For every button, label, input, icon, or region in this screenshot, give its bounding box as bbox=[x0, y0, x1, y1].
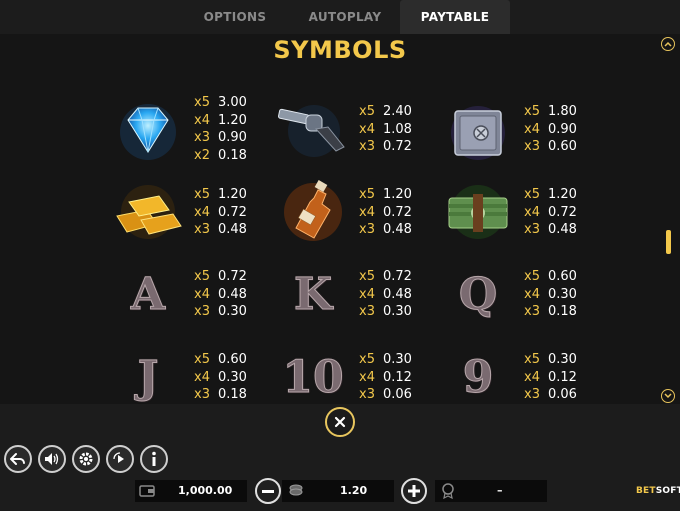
revolver-icon bbox=[273, 95, 353, 167]
payout-list: x5 1.80 x4 0.90 x3 0.60 bbox=[524, 104, 577, 154]
sound-button[interactable] bbox=[38, 445, 66, 473]
symbol-diamond: x5 3.00 x4 1.20 x3 0.90 x2 0.18 bbox=[108, 94, 298, 166]
cash-stack-icon bbox=[438, 176, 518, 248]
plus-icon bbox=[408, 485, 420, 497]
balance-value: 1,000.00 bbox=[178, 484, 233, 497]
tab-options[interactable]: OPTIONS bbox=[180, 0, 290, 34]
payout-list: x5 0.72 x4 0.48 x3 0.30 bbox=[194, 269, 247, 319]
diamond-icon bbox=[108, 94, 188, 166]
back-button[interactable] bbox=[4, 445, 32, 473]
info-icon bbox=[152, 451, 156, 466]
autoplay-button[interactable] bbox=[106, 445, 134, 473]
payout-list: x5 3.00 x4 1.20 x3 0.90 x2 0.18 bbox=[194, 95, 247, 163]
safe-icon bbox=[438, 97, 518, 169]
chevron-down-icon bbox=[664, 393, 672, 399]
autoplay-icon bbox=[113, 452, 124, 463]
tab-autoplay[interactable]: AUTOPLAY bbox=[290, 0, 400, 34]
symbol-9: 9 x5 0.30 x4 0.12 x3 0.06 bbox=[438, 351, 628, 423]
back-arrow-icon bbox=[10, 453, 25, 465]
payout-list: x5 0.30 x4 0.12 x3 0.06 bbox=[359, 352, 412, 402]
symbol-10: 10 x5 0.30 x4 0.12 x3 0.06 bbox=[273, 351, 463, 423]
wallet-icon bbox=[139, 485, 155, 497]
scroll-up-button[interactable] bbox=[661, 37, 675, 51]
symbol-j: J x5 0.60 x4 0.30 x3 0.18 bbox=[108, 351, 298, 423]
whiskey-bottle-icon bbox=[273, 176, 353, 248]
number-10-icon: 10 bbox=[282, 351, 344, 403]
payout-list: x5 0.72 x4 0.48 x3 0.30 bbox=[359, 269, 412, 319]
symbol-gold-bars: x5 1.20 x4 0.72 x3 0.48 bbox=[108, 185, 298, 258]
info-button[interactable] bbox=[140, 445, 168, 473]
letter-a-icon: A bbox=[130, 268, 166, 320]
letter-j-icon: J bbox=[137, 351, 159, 403]
close-icon bbox=[334, 416, 346, 428]
symbol-k: K x5 0.72 x4 0.48 x3 0.30 bbox=[273, 268, 463, 340]
scrollbar-thumb[interactable] bbox=[666, 230, 671, 254]
game-paytable-screen: OPTIONS AUTOPLAY PAYTABLE SYMBOLS x5 3.00… bbox=[0, 0, 680, 511]
symbol-safe: x5 1.80 x4 0.90 x3 0.60 bbox=[438, 103, 628, 175]
symbol-whiskey: x5 1.20 x4 0.72 x3 0.48 bbox=[273, 180, 463, 258]
number-9-icon: 9 bbox=[462, 351, 494, 403]
minus-icon bbox=[262, 489, 274, 493]
section-title: SYMBOLS bbox=[273, 36, 407, 64]
payout-list: x5 0.60 x4 0.30 x3 0.18 bbox=[194, 352, 247, 402]
symbol-q: Q x5 0.60 x4 0.30 x3 0.18 bbox=[438, 268, 628, 340]
chevron-up-icon bbox=[664, 41, 672, 47]
close-button[interactable] bbox=[325, 407, 355, 437]
coins-icon bbox=[289, 484, 303, 496]
payout-list: x5 2.40 x4 1.08 x3 0.72 bbox=[359, 104, 412, 154]
settings-button[interactable] bbox=[72, 445, 100, 473]
scroll-down-button[interactable] bbox=[661, 389, 675, 403]
bet-increase-button[interactable] bbox=[401, 478, 427, 504]
letter-q-icon: Q bbox=[458, 268, 498, 320]
gold-bars-icon bbox=[108, 176, 188, 248]
payout-list: x5 1.20 x4 0.72 x3 0.48 bbox=[359, 187, 412, 237]
symbol-a: A x5 0.72 x4 0.48 x3 0.30 bbox=[108, 268, 298, 340]
win-value: – bbox=[497, 484, 503, 497]
tab-bar: OPTIONS AUTOPLAY PAYTABLE bbox=[180, 0, 510, 34]
payout-list: x5 0.60 x4 0.30 x3 0.18 bbox=[524, 269, 577, 319]
brand-logo: BETSOFT bbox=[636, 486, 680, 496]
bet-decrease-button[interactable] bbox=[255, 478, 281, 504]
payout-list: x5 1.20 x4 0.72 x3 0.48 bbox=[524, 187, 577, 237]
gear-icon bbox=[79, 452, 93, 466]
payout-list: x5 0.30 x4 0.12 x3 0.06 bbox=[524, 352, 577, 402]
award-icon bbox=[442, 483, 454, 499]
bet-value: 1.20 bbox=[340, 484, 368, 497]
payout-list: x5 1.20 x4 0.72 x3 0.48 bbox=[194, 187, 247, 237]
speaker-icon bbox=[45, 453, 59, 465]
tab-paytable[interactable]: PAYTABLE bbox=[400, 0, 510, 34]
symbol-revolver: x5 2.40 x4 1.08 x3 0.72 bbox=[273, 103, 463, 175]
symbol-cash: x5 1.20 x4 0.72 x3 0.48 bbox=[438, 185, 628, 258]
letter-k-icon: K bbox=[293, 268, 333, 320]
